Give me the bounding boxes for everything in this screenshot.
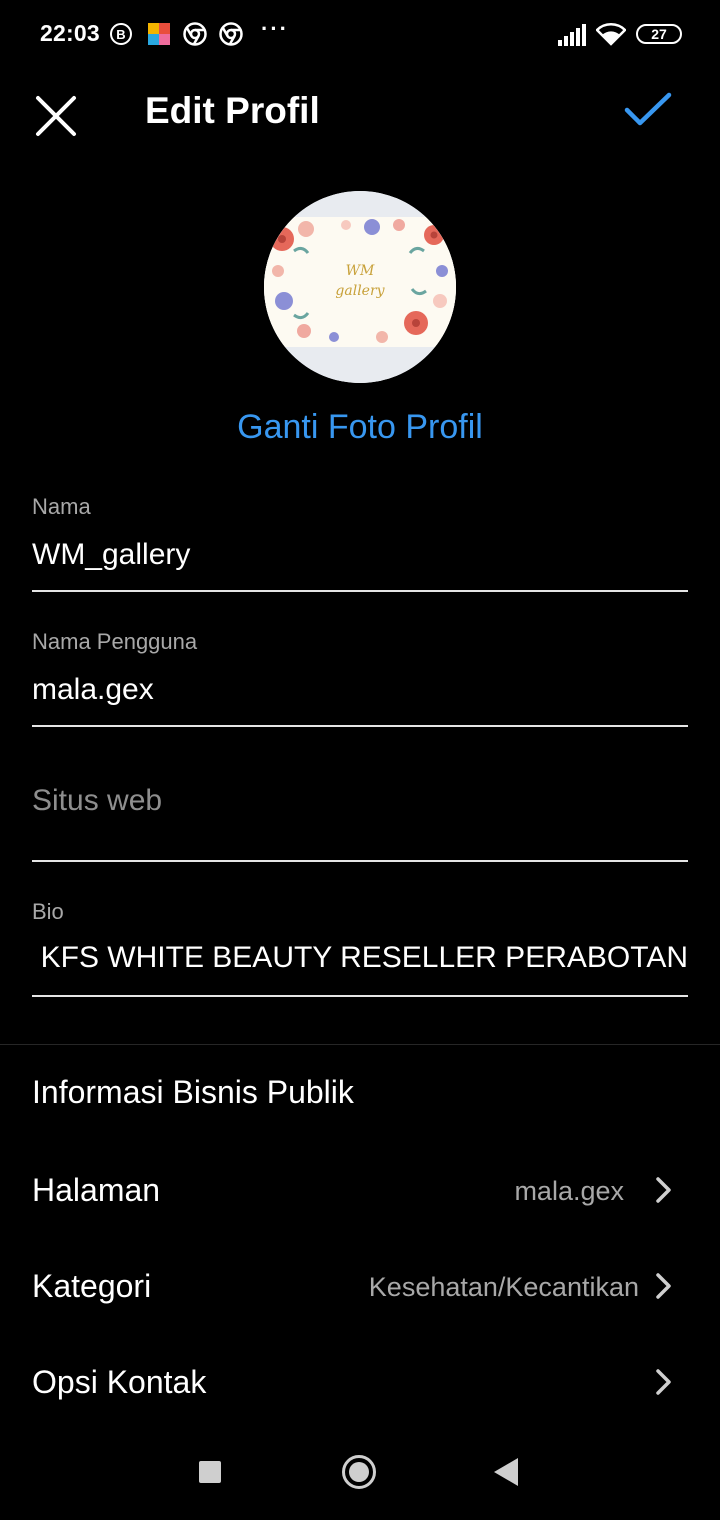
- row-halaman[interactable]: Halaman mala.gex: [0, 1150, 720, 1230]
- kite-icon: [148, 23, 170, 45]
- signal-icon: [558, 24, 586, 46]
- home-icon[interactable]: [341, 1454, 377, 1490]
- name-value: WM_gallery: [32, 538, 191, 571]
- back-icon[interactable]: [494, 1458, 518, 1486]
- wifi-icon: [596, 23, 626, 46]
- chevron-right-icon: [656, 1369, 671, 1395]
- username-field[interactable]: Nama Pengguna mala.gex: [32, 625, 688, 727]
- more-dots-icon: ···: [261, 16, 289, 41]
- status-time: 22:03: [40, 20, 100, 46]
- chevron-right-icon: [656, 1273, 671, 1299]
- status-bar: 22:03 B ··· 27: [0, 0, 720, 70]
- row-label: Kategori: [32, 1268, 152, 1304]
- battery-icon: 27: [636, 24, 682, 44]
- name-field[interactable]: Nama WM_gallery: [32, 490, 688, 592]
- chrome-icon: [183, 22, 207, 46]
- chrome-icon: [219, 22, 243, 46]
- website-placeholder: Situs web: [32, 784, 163, 817]
- username-value: mala.gex: [32, 673, 154, 706]
- profile-photo: WM gallery: [264, 191, 456, 383]
- close-icon: [36, 96, 76, 136]
- row-value: mala.gex: [514, 1176, 624, 1206]
- bio-clip: R KFS WHITE BEAUTY RESELLER PERABOTAN: [32, 941, 688, 985]
- row-kategori[interactable]: Kategori Kesehatan/Kecantikan: [0, 1246, 720, 1326]
- username-label: Nama Pengguna: [32, 629, 198, 654]
- close-button[interactable]: [30, 90, 82, 142]
- chevron-right-icon: [656, 1177, 671, 1203]
- recents-icon[interactable]: [199, 1461, 221, 1483]
- section-title: Informasi Bisnis Publik: [32, 1074, 354, 1110]
- battery-level: 27: [651, 26, 667, 42]
- row-value: Kesehatan/Kecantikan: [368, 1272, 639, 1302]
- change-photo-link[interactable]: Ganti Foto Profil: [0, 408, 720, 447]
- save-button[interactable]: [620, 86, 676, 134]
- check-icon: [624, 92, 672, 126]
- section-divider: [0, 1044, 720, 1045]
- avatar-text-line1: WM: [346, 263, 375, 279]
- row-label: Opsi Kontak: [32, 1364, 207, 1400]
- bio-label: Bio: [32, 899, 64, 924]
- row-label: Halaman: [32, 1172, 161, 1208]
- b-icon: B: [110, 23, 132, 45]
- bio-field[interactable]: Bio R KFS WHITE BEAUTY RESELLER PERABOTA…: [32, 895, 688, 997]
- name-label: Nama: [32, 494, 91, 519]
- avatar[interactable]: WM gallery: [264, 191, 456, 383]
- bio-value: R KFS WHITE BEAUTY RESELLER PERABOTAN: [32, 941, 688, 974]
- avatar-text-line2: gallery: [335, 283, 385, 299]
- website-field[interactable]: Situs web: [32, 760, 688, 862]
- page-title: Edit Profil: [145, 90, 320, 131]
- row-opsi-kontak[interactable]: Opsi Kontak: [0, 1342, 720, 1422]
